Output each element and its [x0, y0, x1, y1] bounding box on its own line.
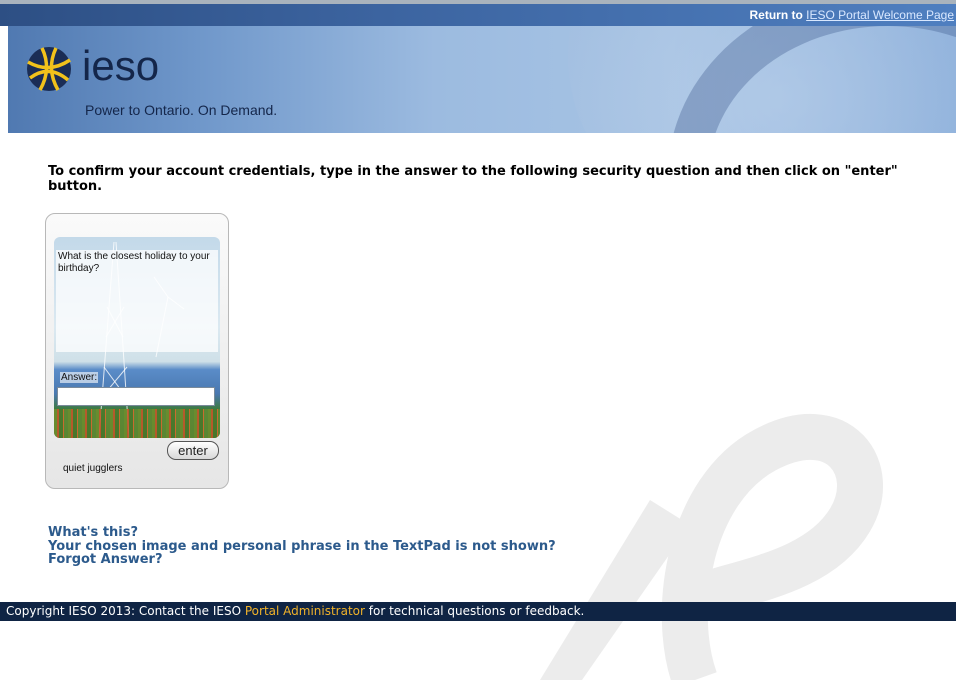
header-banner: ieso Power to Ontario. On Demand. — [8, 26, 956, 133]
tagline: Power to Ontario. On Demand. — [85, 102, 278, 118]
portal-welcome-link[interactable]: IESO Portal Welcome Page — [806, 8, 954, 22]
whats-this-link[interactable]: What's this? — [48, 526, 556, 540]
help-links: What's this? Your chosen image and perso… — [48, 526, 556, 567]
personal-image: What is the closest holiday to your birt… — [54, 237, 220, 438]
security-question: What is the closest holiday to your birt… — [58, 251, 210, 274]
security-textpad: What is the closest holiday to your birt… — [45, 213, 229, 489]
forgot-answer-link[interactable]: Forgot Answer? — [48, 553, 556, 567]
return-link-container: Return to IESO Portal Welcome Page — [749, 8, 954, 22]
footer: Copyright IESO 2013: Contact the IESO Po… — [0, 602, 956, 621]
personal-phrase: quiet jugglers — [63, 463, 123, 474]
copyright-text: Copyright IESO 2013: Contact the IESO — [6, 604, 245, 618]
image-not-shown-link[interactable]: Your chosen image and personal phrase in… — [48, 539, 556, 554]
ieso-globe-icon — [27, 47, 71, 91]
instructions-text: To confirm your account credentials, typ… — [48, 164, 898, 194]
portal-administrator-link[interactable]: Portal Administrator — [245, 604, 365, 618]
ieso-watermark-icon — [540, 414, 883, 680]
enter-button[interactable]: enter — [167, 441, 219, 460]
return-prefix: Return to — [749, 8, 803, 22]
logo-text: ieso — [82, 42, 160, 89]
top-bar: Return to IESO Portal Welcome Page — [0, 4, 956, 26]
flower-field — [54, 409, 220, 438]
footer-suffix: for technical questions or feedback. — [364, 604, 585, 618]
answer-label: Answer: — [60, 372, 99, 383]
answer-input[interactable] — [57, 387, 215, 406]
footer-text: Copyright IESO 2013: Contact the IESO Po… — [6, 604, 584, 618]
